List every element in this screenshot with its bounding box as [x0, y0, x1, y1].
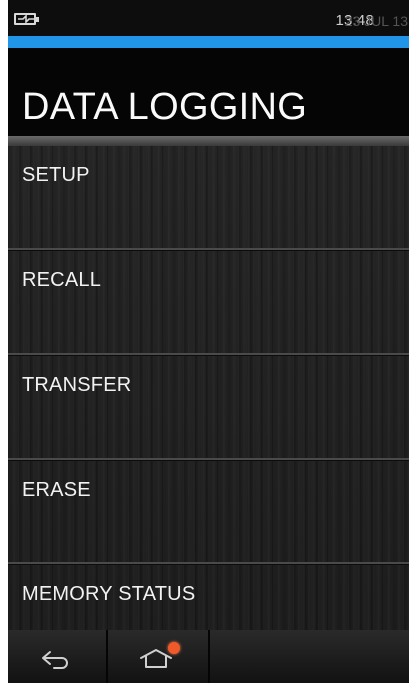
- menu-item-label: MEMORY STATUS: [22, 583, 196, 605]
- navigation-bar: [8, 630, 409, 683]
- title-divider: [8, 136, 409, 146]
- menu-item-label: SETUP: [22, 164, 90, 186]
- status-bar: 13:48 23 JUL 13: [8, 0, 409, 36]
- back-button[interactable]: [8, 630, 104, 683]
- menu-list: SETUP RECALL TRANSFER ERASE MEMORY STATU…: [8, 146, 409, 630]
- accent-bar: [8, 36, 409, 48]
- menu-item-erase[interactable]: ERASE: [8, 461, 409, 565]
- nav-separator: [208, 630, 210, 683]
- menu-item-recall[interactable]: RECALL: [8, 251, 409, 355]
- charging-battery-icon: [14, 13, 39, 25]
- menu-item-label: ERASE: [22, 479, 91, 501]
- home-button[interactable]: [108, 630, 204, 683]
- status-date: 23 JUL 13: [344, 13, 408, 29]
- menu-item-memory-status[interactable]: MEMORY STATUS: [8, 565, 409, 630]
- notification-dot: [168, 642, 180, 654]
- menu-item-label: TRANSFER: [22, 374, 132, 396]
- menu-item-label: RECALL: [22, 269, 102, 291]
- back-arrow-icon: [42, 651, 68, 669]
- page-title: DATA LOGGING: [22, 86, 308, 128]
- device-screen: 13:48 23 JUL 13 DATA LOGGING SETUP RECAL…: [8, 0, 409, 683]
- menu-item-transfer[interactable]: TRANSFER: [8, 356, 409, 460]
- menu-item-setup[interactable]: SETUP: [8, 146, 409, 250]
